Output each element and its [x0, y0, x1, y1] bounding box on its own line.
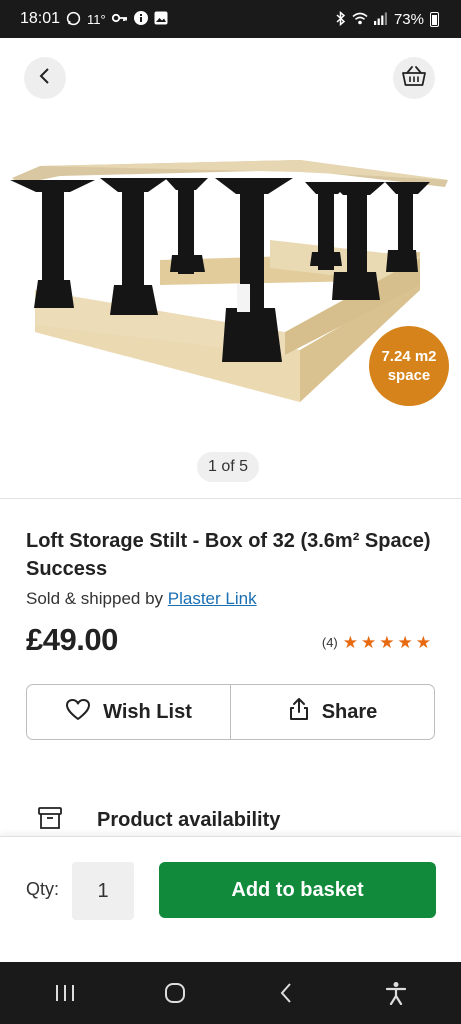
- quantity-input[interactable]: 1: [72, 862, 134, 920]
- star-icon: ★: [361, 633, 377, 652]
- home-button[interactable]: [145, 973, 205, 1013]
- badge-value: 7.24 m2: [381, 348, 437, 365]
- system-back-button[interactable]: [256, 973, 316, 1013]
- chevron-left-icon: [37, 67, 53, 90]
- product-availability-row[interactable]: Product availability: [37, 806, 280, 835]
- system-nav-bar: [0, 962, 461, 1024]
- wifi-icon: [352, 12, 368, 27]
- area-badge: 7.24 m2 space: [369, 326, 449, 406]
- info-icon: [133, 11, 148, 27]
- availability-label: Product availability: [97, 809, 281, 831]
- temperature: 11°: [87, 11, 106, 27]
- star-icon: ★: [397, 633, 413, 652]
- accessibility-icon[interactable]: [366, 973, 426, 1013]
- qty-label: Qty:: [26, 879, 60, 899]
- bluetooth-icon: [336, 10, 346, 28]
- seller-info: Sold & shipped by Plaster Link: [26, 589, 257, 609]
- whatsapp-icon: [66, 11, 81, 28]
- badge-unit: space: [387, 367, 431, 384]
- action-bar: Wish List Share: [26, 684, 435, 740]
- heart-icon: [65, 698, 91, 727]
- clock: 18:01: [20, 10, 61, 27]
- status-bar: 18:01 11° 73%: [0, 0, 461, 38]
- star-icon: ★: [379, 633, 395, 652]
- add-to-basket-button[interactable]: Add to basket: [159, 862, 436, 918]
- key-icon: [111, 12, 128, 26]
- image-pager: 1 of 5: [197, 452, 260, 482]
- gallery-icon: [154, 11, 168, 27]
- basket-button[interactable]: [393, 57, 435, 99]
- back-button[interactable]: [24, 57, 66, 99]
- rating[interactable]: (4) ★ ★ ★ ★ ★: [322, 634, 431, 651]
- share-label: Share: [321, 700, 378, 723]
- wishlist-label: Wish List: [103, 700, 192, 723]
- share-icon: [288, 697, 310, 727]
- rating-count: (4): [321, 635, 338, 650]
- product-title: Loft Storage Stilt - Box of 32 (3.6m² Sp…: [26, 530, 431, 580]
- battery-icon: [430, 11, 439, 27]
- battery-level: 73%: [393, 10, 424, 28]
- divider: [0, 498, 461, 499]
- star-icon: ★: [342, 633, 358, 652]
- share-button[interactable]: Share: [230, 685, 434, 739]
- product-price: £49.00: [26, 622, 118, 657]
- basket-icon: [401, 64, 427, 93]
- archive-box-icon: [37, 806, 63, 835]
- seller-link[interactable]: Plaster Link: [168, 589, 257, 608]
- signal-icon: [373, 12, 388, 27]
- recent-apps-button[interactable]: [35, 973, 95, 1013]
- wishlist-button[interactable]: Wish List: [27, 685, 230, 739]
- star-icon: ★: [415, 633, 431, 652]
- seller-prefix: Sold & shipped by: [26, 589, 168, 608]
